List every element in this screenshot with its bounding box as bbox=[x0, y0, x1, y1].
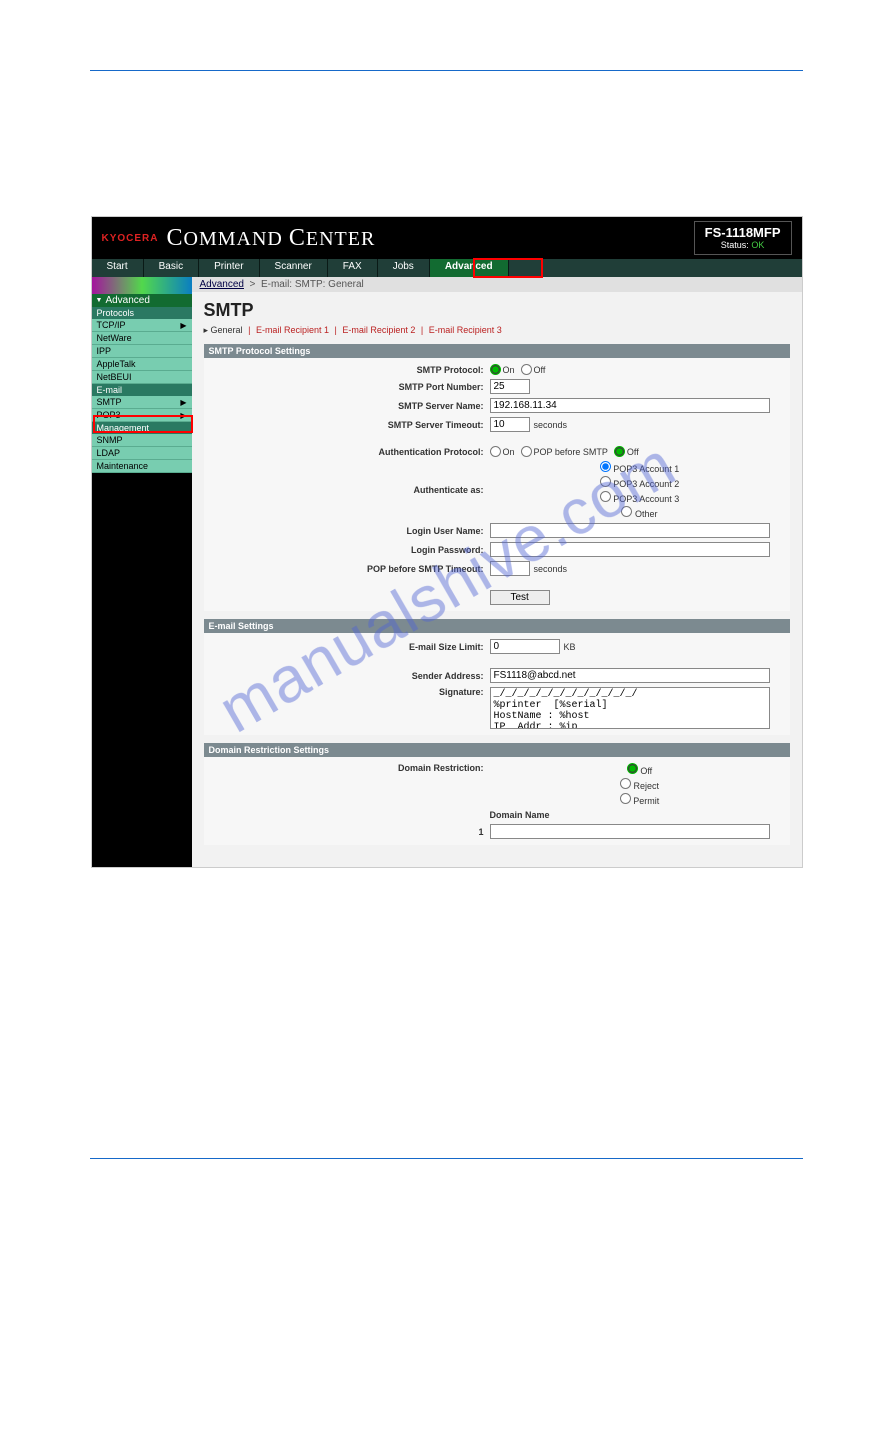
screenshot: KYOCERA COMMAND CENTER FS-1118MFP Status… bbox=[91, 216, 803, 868]
section-smtp-protocol: SMTP Protocol Settings bbox=[204, 344, 790, 358]
subtab-general[interactable]: ▸ General bbox=[204, 325, 243, 335]
sidebar-header: Advanced bbox=[92, 294, 192, 307]
domain-index: 1 bbox=[204, 827, 490, 837]
breadcrumb-page: E-mail: SMTP: General bbox=[261, 279, 364, 290]
radio-other[interactable] bbox=[621, 506, 632, 517]
model-name: FS-1118MFP bbox=[705, 225, 781, 241]
kyocera-logo: KYOCERA bbox=[102, 233, 159, 244]
subtab-recipient3[interactable]: E-mail Recipient 3 bbox=[429, 325, 502, 335]
radio-auth-on[interactable] bbox=[490, 446, 501, 457]
product-name: COMMAND CENTER bbox=[167, 225, 376, 252]
sidebar-item-maintenance[interactable]: Maintenance bbox=[92, 460, 192, 473]
section-domain: Domain Restriction Settings bbox=[204, 743, 790, 757]
page-title: SMTP bbox=[204, 300, 790, 321]
sidebar-item-smtp[interactable]: SMTP▶ bbox=[92, 396, 192, 409]
chevron-right-icon: ▶ bbox=[180, 398, 186, 407]
sidebar-item-netware[interactable]: NetWare bbox=[92, 332, 192, 345]
status-box: FS-1118MFP Status: OK bbox=[694, 221, 792, 255]
label-server: SMTP Server Name: bbox=[204, 401, 490, 411]
input-port[interactable] bbox=[490, 379, 530, 394]
radio-restrict-permit[interactable] bbox=[620, 793, 631, 804]
input-server[interactable] bbox=[490, 398, 770, 413]
label-auth: Authentication Protocol: bbox=[204, 447, 490, 457]
sidebar-item-ipp[interactable]: IPP bbox=[92, 345, 192, 358]
sidebar-item-pop3[interactable]: POP3▶ bbox=[92, 409, 192, 422]
sidebar: Advanced Protocols TCP/IP▶ NetWare IPP A… bbox=[92, 277, 192, 867]
radio-acct1[interactable] bbox=[600, 461, 611, 472]
label-auth-as: Authenticate as: bbox=[204, 485, 490, 495]
input-domain1[interactable] bbox=[490, 824, 770, 839]
tab-start[interactable]: Start bbox=[92, 259, 144, 277]
sidebar-section-email: E-mail bbox=[92, 384, 192, 396]
chevron-right-icon: ▶ bbox=[180, 321, 186, 330]
chevron-right-icon: ▶ bbox=[180, 411, 186, 420]
input-timeout[interactable] bbox=[490, 417, 530, 432]
sidebar-item-ldap[interactable]: LDAP bbox=[92, 447, 192, 460]
tab-scanner[interactable]: Scanner bbox=[260, 259, 328, 277]
radio-smtp-off[interactable] bbox=[521, 364, 532, 375]
subtab-recipient2[interactable]: E-mail Recipient 2 bbox=[342, 325, 415, 335]
tab-basic[interactable]: Basic bbox=[144, 259, 199, 277]
label-size: E-mail Size Limit: bbox=[204, 642, 490, 652]
label-pop-timeout: POP before SMTP Timeout: bbox=[204, 564, 490, 574]
label-timeout: SMTP Server Timeout: bbox=[204, 420, 490, 430]
sidebar-banner-image bbox=[92, 277, 192, 294]
sidebar-item-tcpip[interactable]: TCP/IP▶ bbox=[92, 319, 192, 332]
input-sender[interactable] bbox=[490, 668, 770, 683]
radio-restrict-off[interactable] bbox=[627, 763, 638, 774]
label-pass: Login Password: bbox=[204, 545, 490, 555]
sidebar-item-appletalk[interactable]: AppleTalk bbox=[92, 358, 192, 371]
breadcrumb-root[interactable]: Advanced bbox=[200, 279, 244, 290]
label-port: SMTP Port Number: bbox=[204, 382, 490, 392]
radio-smtp-on[interactable] bbox=[490, 364, 501, 375]
sub-tabs: ▸ General | E-mail Recipient 1 | E-mail … bbox=[204, 325, 790, 336]
domain-name-header: Domain Name bbox=[490, 810, 790, 820]
sidebar-section-protocols: Protocols bbox=[92, 307, 192, 319]
radio-auth-pop[interactable] bbox=[521, 446, 532, 457]
breadcrumb: Advanced > E-mail: SMTP: General bbox=[192, 277, 802, 292]
test-button[interactable]: Test bbox=[490, 590, 550, 605]
subtab-recipient1[interactable]: E-mail Recipient 1 bbox=[256, 325, 329, 335]
radio-auth-off[interactable] bbox=[614, 446, 625, 457]
tab-jobs[interactable]: Jobs bbox=[378, 259, 430, 277]
input-size[interactable] bbox=[490, 639, 560, 654]
input-user[interactable] bbox=[490, 523, 770, 538]
label-sender: Sender Address: bbox=[204, 671, 490, 681]
textarea-signature[interactable]: _/_/_/_/_/_/_/_/_/_/_/_/ %printer [%seri… bbox=[490, 687, 770, 729]
input-pass[interactable] bbox=[490, 542, 770, 557]
section-email-settings: E-mail Settings bbox=[204, 619, 790, 633]
sidebar-item-snmp[interactable]: SNMP bbox=[92, 434, 192, 447]
radio-acct2[interactable] bbox=[600, 476, 611, 487]
sidebar-item-netbeui[interactable]: NetBEUI bbox=[92, 371, 192, 384]
header-bar: KYOCERA COMMAND CENTER FS-1118MFP Status… bbox=[92, 217, 802, 259]
label-user: Login User Name: bbox=[204, 526, 490, 536]
tab-printer[interactable]: Printer bbox=[199, 259, 259, 277]
label-signature: Signature: bbox=[204, 687, 490, 697]
label-smtp-protocol: SMTP Protocol: bbox=[204, 365, 490, 375]
main-tabs: Start Basic Printer Scanner FAX Jobs Adv… bbox=[92, 259, 802, 277]
radio-acct3[interactable] bbox=[600, 491, 611, 502]
input-pop-timeout[interactable] bbox=[490, 561, 530, 576]
sidebar-section-management: Management bbox=[92, 422, 192, 434]
radio-restrict-reject[interactable] bbox=[620, 778, 631, 789]
tab-advanced[interactable]: Advanced bbox=[430, 259, 509, 277]
tab-fax[interactable]: FAX bbox=[328, 259, 378, 277]
label-restrict: Domain Restriction: bbox=[204, 763, 490, 773]
